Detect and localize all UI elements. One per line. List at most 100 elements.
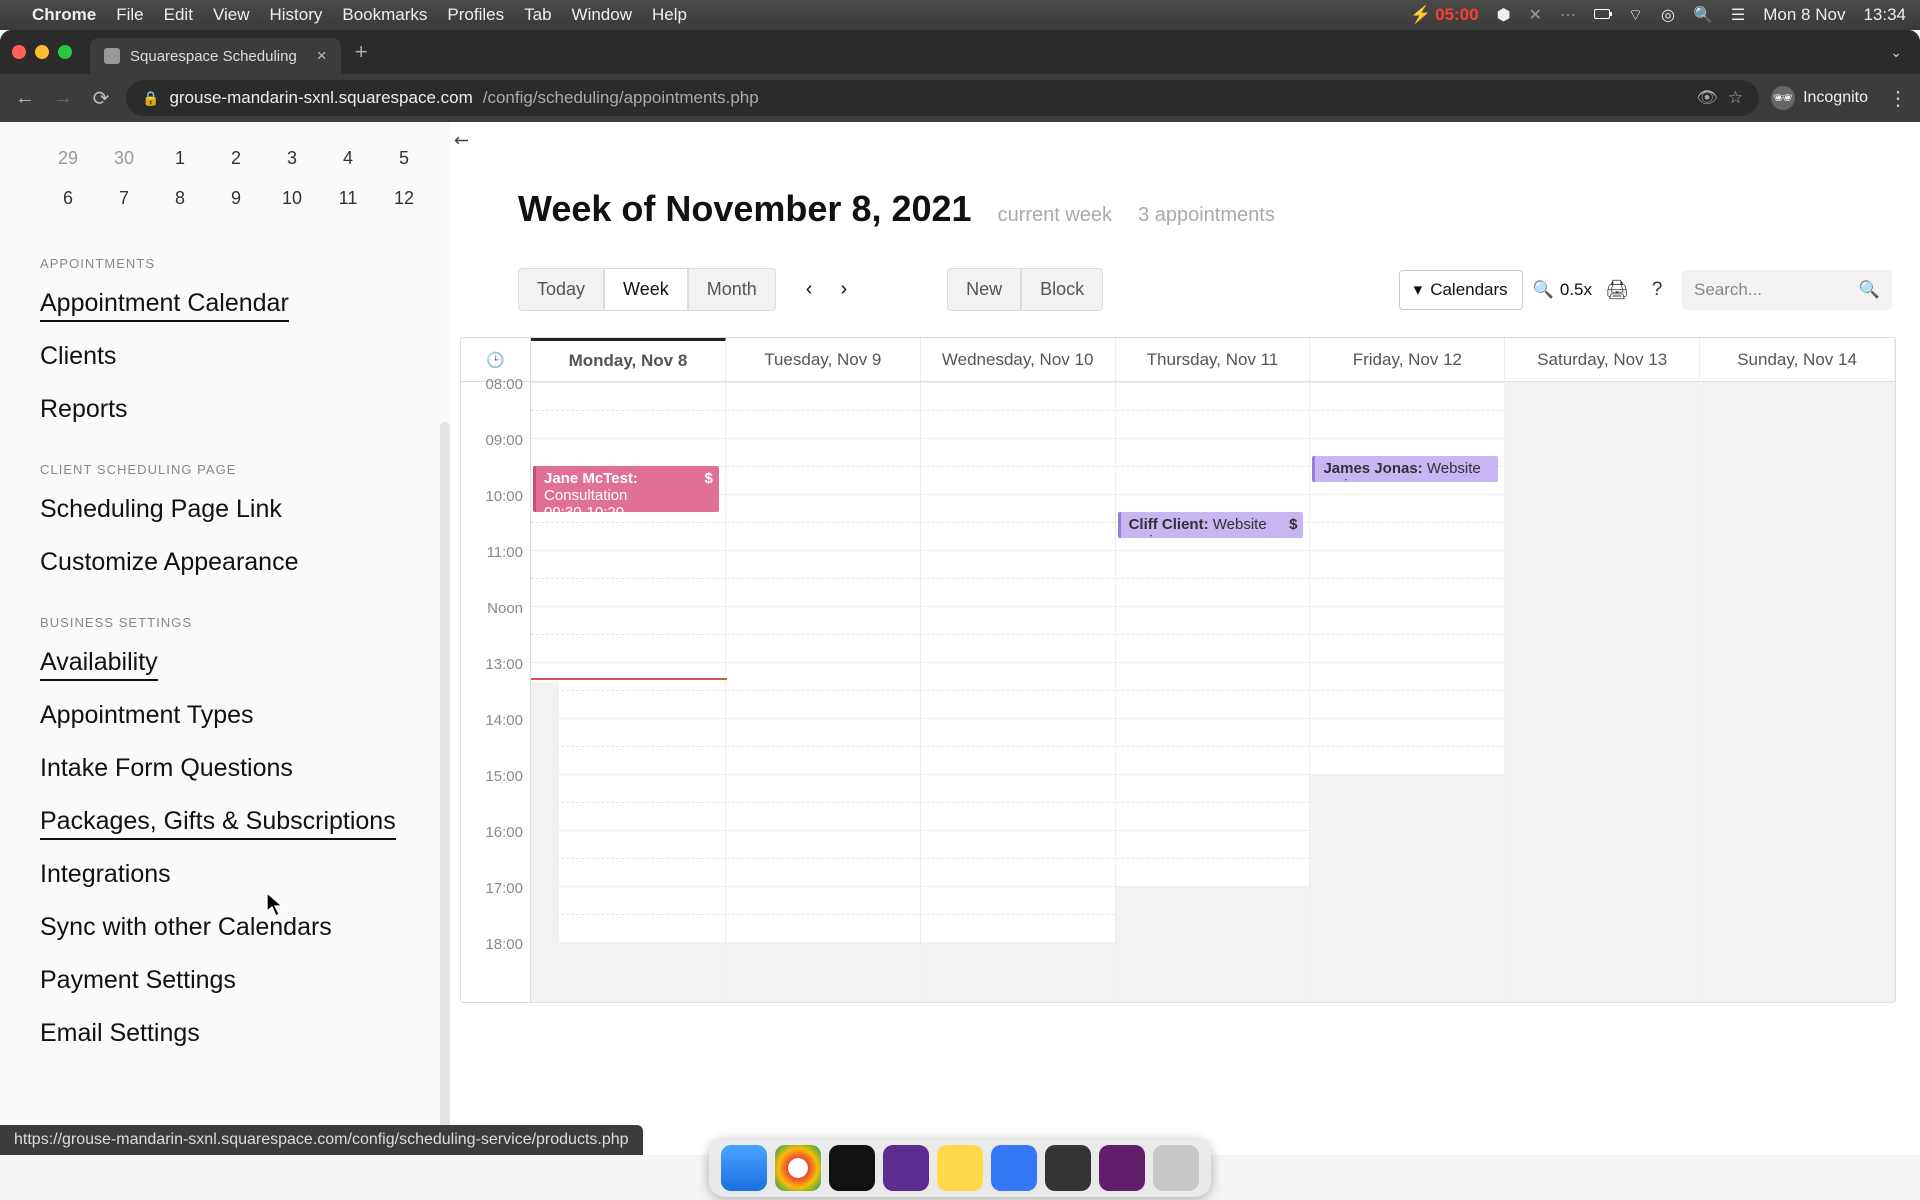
mini-cal-day[interactable]: 4 <box>320 138 376 178</box>
window-minimize-button[interactable] <box>35 45 49 59</box>
sidebar-item-intake-form-questions[interactable]: Intake Form Questions <box>40 754 293 787</box>
mini-cal-day[interactable]: 1 <box>152 138 208 178</box>
day-col-thu[interactable]: Cliff Client: Website review $ <box>1116 382 1311 1002</box>
window-zoom-button[interactable] <box>58 45 72 59</box>
window-close-button[interactable] <box>12 45 26 59</box>
dock-mail-icon[interactable] <box>991 1145 1037 1191</box>
mini-cal-day[interactable]: 12 <box>376 178 432 218</box>
dock-finder-icon[interactable] <box>721 1145 767 1191</box>
wifi-icon[interactable]: ⌔ <box>1628 5 1643 25</box>
menubar-date[interactable]: Mon 8 Nov <box>1763 5 1845 25</box>
chrome-menu-icon[interactable]: ⋮ <box>1888 86 1908 111</box>
day-col-fri[interactable]: James Jonas: Website review <box>1310 382 1505 1002</box>
block-button[interactable]: Block <box>1021 268 1103 311</box>
battery-status[interactable]: ⚡05:00 <box>1410 5 1479 25</box>
incognito-badge[interactable]: 🕶 Incognito <box>1771 86 1868 110</box>
next-week-icon[interactable]: › <box>840 278 847 301</box>
control-center-icon[interactable]: ◎ <box>1661 5 1675 25</box>
today-button[interactable]: Today <box>518 268 604 311</box>
day-header-thu[interactable]: Thursday, Nov 11 <box>1116 338 1311 381</box>
search-input[interactable]: Search... 🔍 <box>1682 270 1892 310</box>
day-col-wed[interactable] <box>921 382 1116 1002</box>
zoom-control[interactable]: 🔍 0.5x <box>1533 280 1592 300</box>
print-icon[interactable]: 🖨 <box>1602 278 1632 302</box>
dock-notes-icon[interactable] <box>937 1145 983 1191</box>
sidebar-item-packages[interactable]: Packages, Gifts & Subscriptions <box>40 807 396 840</box>
dropbox-icon[interactable]: ⬢ <box>1497 5 1511 25</box>
sidebar-item-appointment-calendar[interactable]: Appointment Calendar <box>40 289 289 322</box>
sidebar-item-integrations[interactable]: Integrations <box>40 860 171 893</box>
mini-cal-day[interactable]: 29 <box>40 138 96 178</box>
day-header-fri[interactable]: Friday, Nov 12 <box>1310 338 1505 381</box>
dock-vscode-icon[interactable] <box>883 1145 929 1191</box>
dock-terminal-icon[interactable] <box>829 1145 875 1191</box>
dock-trash-icon[interactable] <box>1153 1145 1199 1191</box>
day-col-sun[interactable] <box>1700 382 1895 1002</box>
menu-history[interactable]: History <box>269 5 322 25</box>
sidebar-item-clients[interactable]: Clients <box>40 342 116 375</box>
menu-profiles[interactable]: Profiles <box>447 5 504 25</box>
day-col-sat[interactable] <box>1505 382 1700 1002</box>
sidebar-item-sync-calendars[interactable]: Sync with other Calendars <box>40 913 332 946</box>
sidebar-scrollbar[interactable] <box>440 422 450 1155</box>
mini-cal-day[interactable]: 8 <box>152 178 208 218</box>
sidebar-item-customize-appearance[interactable]: Customize Appearance <box>40 548 298 581</box>
eye-off-icon[interactable]: 👁 <box>1696 88 1718 108</box>
tool-icon[interactable]: ✕ <box>1529 5 1542 25</box>
lock-icon[interactable]: 🔒 <box>142 90 159 107</box>
mini-cal-day[interactable]: 2 <box>208 138 264 178</box>
menu-bookmarks[interactable]: Bookmarks <box>342 5 427 25</box>
sidebar-item-appointment-types[interactable]: Appointment Types <box>40 701 254 734</box>
month-view-button[interactable]: Month <box>688 268 776 311</box>
day-header-tue[interactable]: Tuesday, Nov 9 <box>726 338 921 381</box>
event-jane-mctest[interactable]: Jane McTest: Consultation 09:30-10:20 $ <box>533 466 719 512</box>
bookmark-star-icon[interactable]: ☆ <box>1728 88 1743 108</box>
nav-reload-button[interactable]: ⟳ <box>88 86 114 111</box>
menu-view[interactable]: View <box>213 5 250 25</box>
day-col-mon[interactable]: Jane McTest: Consultation 09:30-10:20 $ <box>531 382 726 1002</box>
sidebar-item-availability[interactable]: Availability <box>40 648 158 681</box>
menu-edit[interactable]: Edit <box>164 5 193 25</box>
menu-app[interactable]: Chrome <box>32 5 96 25</box>
calendars-filter-button[interactable]: ▾ Calendars <box>1399 270 1523 310</box>
dock-chrome-icon[interactable] <box>775 1145 821 1191</box>
day-header-wed[interactable]: Wednesday, Nov 10 <box>921 338 1116 381</box>
menubar-time[interactable]: 13:34 <box>1863 5 1906 25</box>
dock-app-icon[interactable] <box>1045 1145 1091 1191</box>
mini-cal-day[interactable]: 9 <box>208 178 264 218</box>
notification-icon[interactable]: ☰ <box>1731 5 1745 25</box>
tab-list-dropdown-icon[interactable]: ⌄ <box>1890 44 1902 61</box>
week-view-button[interactable]: Week <box>604 268 688 311</box>
menu-file[interactable]: File <box>116 5 143 25</box>
day-header-mon[interactable]: Monday, Nov 8 <box>531 338 726 381</box>
dock-slack-icon[interactable] <box>1099 1145 1145 1191</box>
day-col-tue[interactable] <box>726 382 921 1002</box>
day-header-sun[interactable]: Sunday, Nov 14 <box>1700 338 1895 381</box>
new-tab-button[interactable]: + <box>355 39 368 65</box>
event-james-jonas[interactable]: James Jonas: Website review <box>1312 456 1498 482</box>
sidebar-item-reports[interactable]: Reports <box>40 395 128 428</box>
tab-close-icon[interactable]: × <box>317 46 327 66</box>
collapse-sidebar-icon[interactable]: ↖ <box>449 128 475 154</box>
day-header-sat[interactable]: Saturday, Nov 13 <box>1505 338 1700 381</box>
event-cliff-client[interactable]: Cliff Client: Website review $ <box>1118 512 1304 538</box>
battery-icon[interactable] <box>1594 6 1610 24</box>
sidebar-item-email-settings[interactable]: Email Settings <box>40 1019 200 1052</box>
prev-week-icon[interactable]: ‹ <box>806 278 813 301</box>
menu-window[interactable]: Window <box>572 5 632 25</box>
mini-cal-day[interactable]: 7 <box>96 178 152 218</box>
mini-cal-day[interactable]: 10 <box>264 178 320 218</box>
menu-help[interactable]: Help <box>652 5 687 25</box>
mini-cal-day[interactable]: 6 <box>40 178 96 218</box>
mini-cal-day[interactable]: 3 <box>264 138 320 178</box>
sync-icon[interactable]: ⋯ <box>1560 5 1576 25</box>
browser-tab[interactable]: Squarespace Scheduling × <box>90 38 341 74</box>
omnibox[interactable]: 🔒 grouse-mandarin-sxnl.squarespace.com/c… <box>126 80 1759 116</box>
mini-cal-day[interactable]: 30 <box>96 138 152 178</box>
menu-tab[interactable]: Tab <box>524 5 551 25</box>
sidebar-item-scheduling-page-link[interactable]: Scheduling Page Link <box>40 495 282 528</box>
help-icon[interactable]: ? <box>1642 279 1672 301</box>
mini-cal-day[interactable]: 11 <box>320 178 376 218</box>
nav-back-button[interactable]: ← <box>12 87 38 110</box>
spotlight-icon[interactable]: 🔍 <box>1693 5 1713 25</box>
